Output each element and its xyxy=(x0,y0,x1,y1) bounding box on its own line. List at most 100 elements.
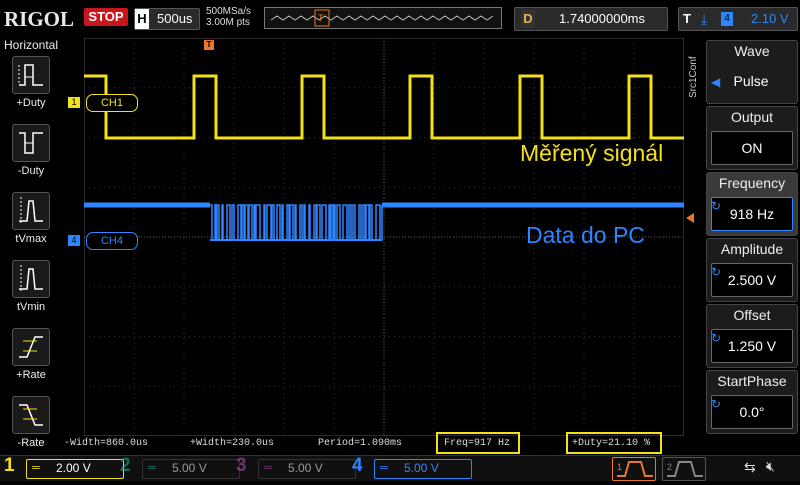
menu-frequency[interactable]: Frequency 918 Hz ↻ xyxy=(706,172,798,236)
dc-coupling-icon: ═ xyxy=(148,462,156,474)
svg-text:T: T xyxy=(318,13,324,23)
horizontal-measure-menu: Horizontal +Duty -Duty tVmax tVmin +Rate xyxy=(0,38,62,454)
menu-offset[interactable]: Offset 1.250 V ↻ xyxy=(706,304,798,368)
trigger-position-marker[interactable]: T xyxy=(204,40,214,50)
channel-4-scale: 5.00 V xyxy=(404,461,439,475)
frequency-title: Frequency xyxy=(718,175,786,191)
amplitude-title: Amplitude xyxy=(720,241,784,257)
menu-item-label: +Rate xyxy=(16,369,46,381)
wave-value: Pulse xyxy=(711,65,791,97)
delay-value: 1.74000000ms xyxy=(559,11,646,26)
channel-3-status[interactable]: 3 ═ 5.00 V xyxy=(236,455,356,479)
measurement-pos-width: +Width=230.0us xyxy=(190,438,275,449)
knob-icon: ↻ xyxy=(711,265,722,279)
memory-waveform-preview: T xyxy=(270,9,494,27)
output-title: Output xyxy=(730,109,774,125)
channel-2-number: 2 xyxy=(120,455,131,476)
dc-coupling-icon: ═ xyxy=(380,462,388,474)
channel-2-status[interactable]: 2 ═ 5.00 V xyxy=(120,455,240,479)
trigger-level: 2.10 V xyxy=(751,11,789,26)
menu-amplitude[interactable]: Amplitude 2.500 V ↻ xyxy=(706,238,798,302)
measurement-freq: Freq=917 Hz xyxy=(444,438,511,449)
ch4-ground-marker[interactable]: 4 xyxy=(68,235,80,246)
menu-item-label: tVmax xyxy=(15,233,47,245)
tvmin-icon xyxy=(12,260,50,298)
measurement-duty: +Duty=21.10 % xyxy=(572,438,651,449)
brand-logo: RIGOL xyxy=(4,7,75,31)
trigger-level-marker[interactable] xyxy=(686,213,694,223)
waveform-display[interactable]: Měřený signál Data do PC xyxy=(83,37,685,437)
menu-item-label: -Rate xyxy=(17,437,45,449)
tvmax-icon xyxy=(12,192,50,230)
channel-4-status[interactable]: 4 ═ 5.00 V xyxy=(352,455,472,479)
top-status-bar: RIGOL STOP H 500us 500MSa/s 3.00M pts T … xyxy=(0,0,800,36)
source-1-pulse-icon: 1 xyxy=(617,461,653,477)
timebase-indicator[interactable]: H 500us xyxy=(134,8,200,30)
menu-item-falling-rate[interactable]: -Rate xyxy=(8,396,54,449)
horizontal-key-label: H xyxy=(135,9,149,29)
menu-item-label: tVmin xyxy=(16,301,46,313)
source-config-menu: Wave Pulse ◀ Output ON Frequency 918 Hz … xyxy=(702,38,800,454)
delay-key-label: D xyxy=(521,10,535,28)
delay-indicator[interactable]: D 1.74000000ms xyxy=(514,7,668,31)
channel-2-scale: 5.00 V xyxy=(172,461,207,475)
channel-1-number: 1 xyxy=(4,455,15,476)
menu-item-label: +Duty xyxy=(16,97,46,109)
offset-title: Offset xyxy=(733,307,771,323)
ch4-label-tag: CH4 xyxy=(86,232,138,250)
positive-duty-icon xyxy=(12,56,50,94)
start-phase-value: 0.0° xyxy=(711,395,793,429)
measurement-neg-width: -Width=860.0us xyxy=(64,438,149,449)
menu-title: Horizontal xyxy=(3,38,59,52)
menu-item-positive-duty[interactable]: +Duty xyxy=(8,56,54,109)
wave-title: Wave xyxy=(734,43,770,59)
menu-item-rising-rate[interactable]: +Rate xyxy=(8,328,54,381)
channel-1-status[interactable]: 1 ═ 2.00 V xyxy=(4,455,124,479)
falling-rate-icon xyxy=(12,396,50,434)
source-2-button[interactable]: 2 xyxy=(662,457,706,481)
channel-3-scale: 5.00 V xyxy=(288,461,323,475)
source-2-pulse-icon: 2 xyxy=(667,461,703,477)
menu-item-label: -Duty xyxy=(17,165,45,177)
menu-wave[interactable]: Wave Pulse ◀ xyxy=(706,40,798,104)
channel-4-number: 4 xyxy=(352,455,363,476)
menu-item-negative-duty[interactable]: -Duty xyxy=(8,124,54,177)
knob-icon: ↻ xyxy=(711,331,722,345)
ch1-ground-marker[interactable]: 1 xyxy=(68,97,80,108)
ch4-annotation: Data do PC xyxy=(526,222,645,248)
memory-overview-bar[interactable]: T xyxy=(264,7,502,29)
falling-edge-icon: ⤓ xyxy=(701,11,708,27)
menu-item-tvmin[interactable]: tVmin xyxy=(8,260,54,313)
trigger-source: 4 xyxy=(721,12,733,26)
dc-coupling-icon: ═ xyxy=(264,462,272,474)
menu-item-tvmax[interactable]: tVmax xyxy=(8,192,54,245)
menu-output[interactable]: Output ON xyxy=(706,106,798,170)
measurement-period: Period=1.090ms xyxy=(318,438,403,449)
source-config-label: Src1Conf xyxy=(688,56,699,98)
dc-coupling-icon: ═ xyxy=(32,462,40,474)
memory-depth: 3.00M pts xyxy=(206,17,250,28)
menu-start-phase[interactable]: StartPhase 0.0° ↻ xyxy=(706,370,798,434)
arrow-left-icon: ◀ xyxy=(711,75,721,89)
negative-duty-icon xyxy=(12,124,50,162)
frequency-value: 918 Hz xyxy=(711,197,793,231)
ch1-label-tag: CH1 xyxy=(86,94,138,112)
run-stop-button[interactable]: STOP xyxy=(84,8,128,26)
usb-icon: ⇆ xyxy=(744,459,756,475)
source-1-button[interactable]: 1 xyxy=(612,457,656,481)
speaker-muted-icon[interactable]: 🔇︎ xyxy=(766,458,775,475)
knob-icon: ↻ xyxy=(711,397,722,411)
rising-rate-icon xyxy=(12,328,50,366)
output-value: ON xyxy=(711,131,793,165)
acquisition-info: 500MSa/s 3.00M pts xyxy=(206,6,251,28)
start-phase-title: StartPhase xyxy=(717,373,787,389)
trigger-indicator[interactable]: T ⤓ 4 2.10 V xyxy=(678,7,798,31)
amplitude-value: 2.500 V xyxy=(711,263,793,297)
channel-3-number: 3 xyxy=(236,455,247,476)
offset-value: 1.250 V xyxy=(711,329,793,363)
knob-icon: ↻ xyxy=(711,199,722,213)
timebase-value: 500us xyxy=(157,11,193,26)
measurement-bar: -Width=860.0us +Width=230.0us Period=1.0… xyxy=(62,432,702,454)
channel-1-scale: 2.00 V xyxy=(56,461,91,475)
ch1-annotation: Měřený signál xyxy=(520,140,664,166)
